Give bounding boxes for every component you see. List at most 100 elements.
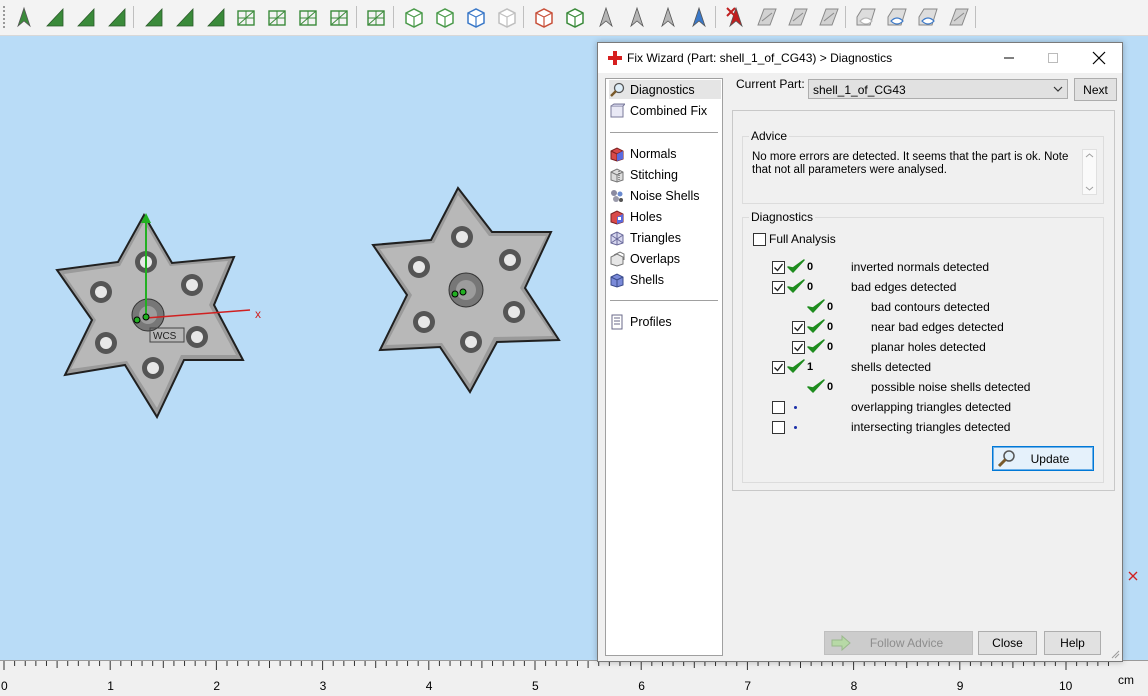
inverted-normals-detected-checkbox[interactable] [772, 261, 785, 274]
plane-gray-icon[interactable] [755, 5, 779, 29]
intersecting-triangles-detected-label: intersecting triangles detected [851, 420, 1011, 434]
shells-detected-checkbox[interactable] [772, 361, 785, 374]
plane-gray-4-icon[interactable] [947, 5, 971, 29]
toolbar-grip[interactable] [3, 6, 5, 28]
close-window-button[interactable] [1076, 43, 1122, 73]
eye-icon[interactable] [854, 5, 878, 29]
profiles-icon [611, 314, 623, 329]
bad-contours-detected-label: bad contours detected [871, 300, 990, 314]
nav-item-label: Overlaps [630, 251, 681, 266]
cube-wire-icon[interactable] [495, 5, 519, 29]
nav-item-stitching[interactable]: Stitching [609, 165, 721, 184]
minimize-button[interactable] [986, 43, 1032, 73]
pending-dot-icon [794, 406, 797, 409]
cube-green-icon[interactable] [563, 5, 587, 29]
ruler-tick-label: 3 [319, 679, 327, 693]
ruler-tick-label: 8 [850, 679, 858, 693]
bad-edges-detected-label: bad edges detected [851, 280, 957, 294]
arrow-right-icon [831, 635, 851, 651]
chevron-down-icon [1053, 86, 1063, 92]
nav-item-label: Diagnostics [630, 82, 695, 97]
arrow-tool-icon[interactable] [12, 5, 36, 29]
shells-detected-count: 1 [807, 361, 814, 373]
cube-view-icon[interactable] [402, 5, 426, 29]
near-bad-edges-detected-checkbox[interactable] [792, 321, 805, 334]
nav-item-noise-shells[interactable]: Noise Shells [609, 186, 721, 205]
ok-check-icon [807, 379, 825, 393]
select-surface-icon[interactable] [43, 5, 67, 29]
arrow-gray-2-icon[interactable] [625, 5, 649, 29]
arrow-gray-3-icon[interactable] [656, 5, 680, 29]
next-button[interactable]: Next [1074, 78, 1117, 101]
mesh-brush-icon[interactable] [266, 5, 290, 29]
mesh-wrench-icon[interactable] [365, 5, 389, 29]
follow-advice-button[interactable]: Follow Advice [824, 631, 973, 655]
nav-item-overlaps[interactable]: Overlaps [609, 249, 721, 268]
part-star-right[interactable] [371, 186, 561, 394]
pending-dot-icon [794, 426, 797, 429]
arrow-blue-icon[interactable] [687, 5, 711, 29]
checkmark-icon [794, 323, 804, 332]
nav-item-profiles[interactable]: Profiles [609, 312, 721, 331]
bad-contours-detected-count: 0 [827, 301, 834, 313]
ruler-tick-label: 9 [956, 679, 964, 693]
ruler-tick-label: 10 [1059, 679, 1073, 693]
select-rect-icon[interactable] [142, 5, 166, 29]
select-curve-icon[interactable] [74, 5, 98, 29]
nav-item-label: Holes [630, 209, 662, 224]
eye-gear-icon[interactable] [885, 5, 909, 29]
plane-gray-2-icon[interactable] [786, 5, 810, 29]
nav-item-diagnostics[interactable]: Diagnostics [609, 80, 721, 99]
cube-color-icon[interactable] [464, 5, 488, 29]
part-star-left[interactable] [55, 212, 245, 420]
ok-check-icon [787, 279, 805, 293]
full-analysis-checkbox[interactable] [753, 233, 766, 246]
nav-item-shells[interactable]: Shells [609, 270, 721, 289]
cube-red-icon[interactable] [532, 5, 556, 29]
help-button[interactable]: Help [1044, 631, 1101, 655]
close-button[interactable]: Close [978, 631, 1037, 655]
resize-grip-icon[interactable] [1110, 649, 1120, 659]
ruler-ticks [3, 661, 1109, 670]
arrow-gray-icon[interactable] [594, 5, 618, 29]
mesh-wheel-icon[interactable] [328, 5, 352, 29]
mesh-lasso-icon[interactable] [297, 5, 321, 29]
triangles-icon [610, 230, 624, 246]
planar-holes-detected-checkbox[interactable] [792, 341, 805, 354]
advice-scrollbar[interactable] [1082, 149, 1097, 195]
current-part-label: Current Part: [736, 77, 805, 91]
nav-item-label: Combined Fix [630, 103, 708, 118]
bad-edges-detected-checkbox[interactable] [772, 281, 785, 294]
checkmark-icon [774, 263, 784, 272]
wizard-nav-pane: Diagnostics Combined Fix Normals Stitching… [605, 78, 723, 656]
nav-item-holes[interactable]: Holes [609, 207, 721, 226]
arrow-red-x-icon[interactable] [724, 5, 748, 29]
nav-item-label: Profiles [630, 314, 672, 329]
nav-item-normals[interactable]: Normals [609, 144, 721, 163]
full-analysis-label: Full Analysis [769, 232, 836, 246]
current-part-select[interactable]: shell_1_of_CG43 [808, 79, 1068, 99]
cube-top-icon[interactable] [433, 5, 457, 29]
plane-gray-3-icon[interactable] [817, 5, 841, 29]
intersecting-triangles-detected-checkbox[interactable] [772, 421, 785, 434]
current-part-value: shell_1_of_CG43 [813, 83, 906, 97]
select-line-icon[interactable] [204, 5, 228, 29]
nav-item-label: Normals [630, 146, 677, 161]
update-button[interactable]: Update [992, 446, 1094, 471]
dialog-titlebar[interactable]: Fix Wizard (Part: shell_1_of_CG43) > Dia… [598, 43, 1122, 73]
select-circle-icon[interactable] [105, 5, 129, 29]
inverted-normals-detected-label: inverted normals detected [851, 260, 990, 274]
bottom-ruler: 0 1 2 3 4 5 6 7 8 9 10 cm [0, 660, 1148, 696]
update-label: Update [1030, 451, 1070, 466]
select-shell-icon[interactable] [173, 5, 197, 29]
maximize-button[interactable] [1030, 43, 1076, 73]
mesh-select-icon[interactable] [235, 5, 259, 29]
axis-x-label: x [255, 307, 261, 321]
overlapping-triangles-detected-checkbox[interactable] [772, 401, 785, 414]
nav-item-triangles[interactable]: Triangles [609, 228, 721, 247]
ok-check-icon [787, 259, 805, 273]
toolbar-separator [523, 6, 524, 28]
eye-blue-icon[interactable] [916, 5, 940, 29]
nav-item-combined-fix[interactable]: Combined Fix [609, 101, 721, 120]
diagnostics-title: Diagnostics [749, 210, 816, 224]
